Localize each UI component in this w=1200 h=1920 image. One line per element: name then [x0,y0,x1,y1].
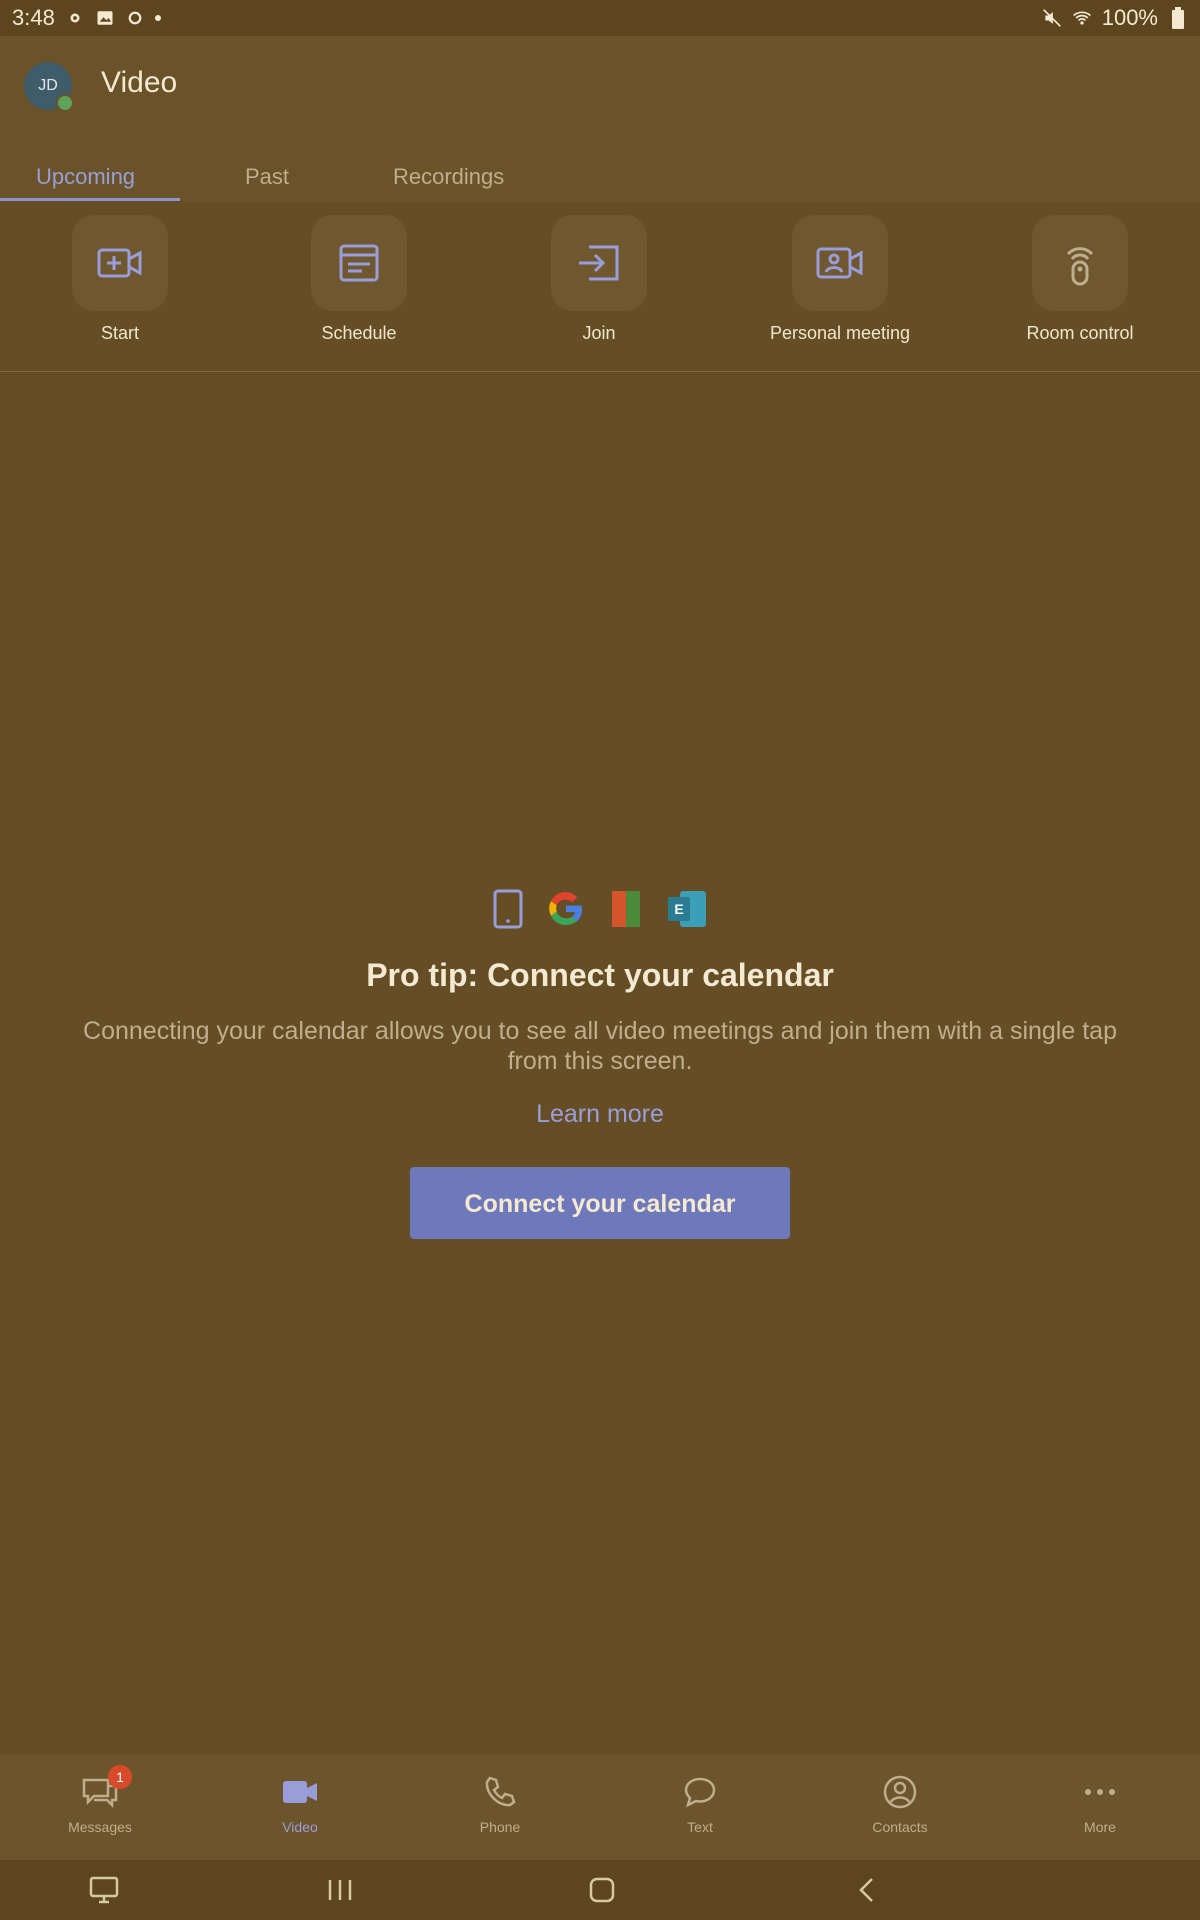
bottom-nav: 1 Messages Video Phone Text Contacts Mor… [0,1755,1200,1860]
calendar-icon [311,215,407,311]
personal-meeting-button[interactable]: Personal meeting [740,201,940,344]
personal-meeting-label: Personal meeting [769,323,911,343]
nav-contacts[interactable]: Contacts [800,1773,1000,1835]
header-overflow-button[interactable] [1155,86,1195,126]
battery-icon [1168,7,1188,29]
nav-text-label: Text [687,1819,713,1835]
personal-meeting-icon [792,215,888,311]
schedule-label: Schedule [321,323,397,343]
mute-icon [1042,8,1062,28]
home-icon[interactable] [582,1874,622,1906]
calendar-provider-icons: E [0,885,1200,937]
nav-more-label: More [1084,1819,1116,1835]
header-action-button[interactable] [1092,86,1132,126]
nav-text[interactable]: Text [600,1773,800,1835]
google-icon [546,889,586,934]
more-icon [1000,1773,1200,1811]
promo-body: Connecting your calendar allows you to s… [83,1017,1117,1075]
start-label: Start [100,323,139,343]
tab-recordings[interactable]: Recordings [393,164,504,190]
schedule-meeting-button[interactable]: Schedule [259,201,459,344]
settings-outline-icon [125,8,145,28]
join-label: Join [582,323,616,343]
calendar-promo: E Pro tip: Connect your calendar Connect… [0,885,1200,1239]
connect-calendar-button[interactable]: Connect your calendar [410,1167,790,1239]
nav-messages[interactable]: 1 Messages [0,1765,200,1835]
room-control-button[interactable]: Room control [980,201,1180,344]
nav-video-label: Video [282,1819,318,1835]
recent-apps-icon[interactable] [320,1874,360,1906]
photo-icon [95,8,115,28]
nav-messages-label: Messages [68,1819,132,1835]
room-control-icon [1032,215,1128,311]
settings-icon [65,8,85,28]
join-icon [551,215,647,311]
join-meeting-button[interactable]: Join [499,201,699,344]
learn-more-link[interactable]: Learn more [536,1100,664,1129]
contacts-icon [800,1773,1000,1811]
nav-video[interactable]: Video [200,1773,400,1835]
status-right: 100% [1042,5,1188,31]
nav-phone-label: Phone [479,1819,521,1835]
status-time: 3:48 [12,5,55,30]
chat-icon: 1 [0,1765,200,1811]
phone-icon [400,1773,600,1811]
page-title: Video [101,66,178,99]
unread-badge: 1 [108,1765,132,1789]
system-nav-bar [0,1860,1200,1920]
nav-more[interactable]: More [1000,1773,1200,1835]
tab-upcoming[interactable]: Upcoming [36,164,135,190]
status-left: 3:48 [12,5,161,31]
nav-phone[interactable]: Phone [400,1773,600,1835]
screen-share-icon[interactable] [84,1874,124,1906]
status-bar: 3:48 100% [0,0,1200,36]
video-plus-icon [72,215,168,311]
presence-status-icon [56,94,74,112]
notification-dot-icon [154,15,161,21]
svg-text:E: E [674,901,683,917]
office-icon [608,889,644,934]
tab-past[interactable]: Past [245,164,289,190]
text-icon [600,1773,800,1811]
nav-contacts-label: Contacts [872,1819,928,1835]
tab-bar: Upcoming Past Recordings [0,156,1200,201]
back-icon[interactable] [846,1874,886,1906]
room-control-label: Room control [1026,323,1134,343]
battery-percent: 100% [1101,5,1158,30]
exchange-icon: E [666,889,708,934]
phone-calendar-icon [492,889,524,934]
promo-title: Pro tip: Connect your calendar [366,957,834,993]
quick-actions: Start Schedule Join Personal meeting Roo… [0,201,1200,371]
app-header: JD Video Upcoming Past Recordings [0,36,1200,201]
wifi-icon [1072,8,1092,28]
avatar-initials: JD [38,77,58,94]
start-meeting-button[interactable]: Start [20,201,220,344]
video-icon [200,1773,400,1811]
avatar[interactable]: JD [24,62,74,112]
divider [0,371,1200,372]
